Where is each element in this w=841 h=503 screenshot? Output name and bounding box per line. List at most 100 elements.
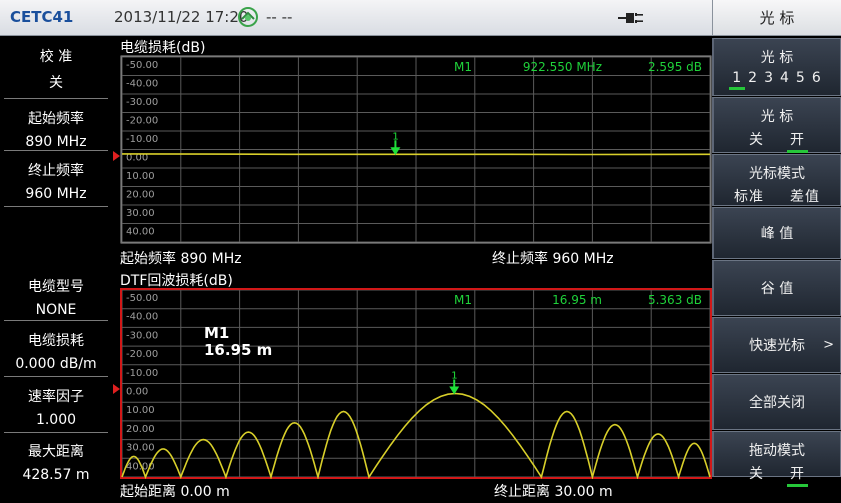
ref-level-marker-shape [113, 384, 120, 394]
datetime-label: 2013/11/22 17:20 [114, 8, 249, 26]
battery-plug-icon [618, 13, 643, 23]
big-marker-name: M1 [204, 324, 230, 342]
y-tick-label: 10.00 [126, 405, 155, 416]
param-divider [4, 376, 108, 377]
marker-onoff-button-label: 光 标 [760, 109, 794, 125]
status-bar: CETC41 2013/11/22 17:20 -- -- [0, 0, 712, 36]
param-4: 电缆损耗 0.000 dB/m [4, 330, 108, 372]
y-tick-label: -50.00 [126, 293, 158, 304]
marker-select-button-option: 1 [729, 70, 746, 90]
peak-button[interactable]: 峰 值 [712, 207, 841, 259]
param-label: 终止频率 [28, 163, 84, 179]
parameter-panel: 校 准关起始频率 890 MHz 终止频率 960 MHz 电缆型号 NONE 电缆损耗 0.… [0, 36, 112, 503]
param-value: 960 MHz [25, 186, 87, 202]
y-tick-label: 10.00 [126, 171, 155, 182]
y-tick-label: -20.00 [126, 116, 158, 127]
y-tick-label: -40.00 [126, 312, 158, 323]
param-label: 速率因子 [28, 389, 84, 405]
y-tick-label: 20.00 [126, 190, 155, 201]
marker-readout-y: 2.595 dB [648, 60, 702, 74]
y-tick-label: -10.00 [126, 368, 158, 379]
big-marker-value: 16.95 m [204, 341, 273, 359]
y-tick-label: 30.00 [126, 443, 155, 454]
param-6: 最大距离 428.57 m [4, 441, 108, 483]
y-tick-label: 0.00 [126, 387, 148, 398]
param-label: 电缆型号 [28, 279, 84, 295]
bottom-plot-title: DTF回波损耗(dB) [120, 273, 233, 289]
param-divider [4, 150, 108, 151]
y-tick-label: -40.00 [126, 79, 158, 90]
param-label: 校 准 [39, 49, 73, 65]
marker-select-button-label: 光 标 [760, 50, 794, 66]
y-tick-label: -10.00 [126, 134, 158, 145]
cable-loss-plot[interactable]: -50.00 -40.00 -30.00 -20.00 -10.00 0.00 10.00 2… [120, 55, 712, 244]
marker-select-button-option: 2 [748, 70, 759, 86]
bottom-plot-stop-label: 终止距离 30.00 m [494, 484, 613, 500]
marker-onoff-button-option: 开 [787, 129, 808, 153]
param-value: 890 MHz [25, 134, 87, 150]
drag-mode-button-option: 关 [749, 466, 764, 482]
marker-number: 1 [451, 371, 457, 382]
param-label: 最大距离 [28, 444, 84, 460]
param-0: 校 准关 [4, 46, 108, 92]
trace-line [121, 153, 711, 156]
ref-level-marker-icon [113, 151, 120, 161]
param-value: 0.000 dB/m [15, 356, 97, 372]
marker-number: 1 [392, 131, 398, 142]
marker-select-button-option: 5 [795, 70, 806, 86]
param-divider [4, 98, 108, 99]
bottom-plot-start-label: 起始距离 0.00 m [120, 484, 230, 500]
y-tick-label: 40.00 [126, 227, 155, 238]
y-tick-label: 30.00 [126, 208, 155, 219]
param-value: 1.000 [35, 412, 77, 428]
param-value: 关 [49, 75, 63, 91]
marker-select-button[interactable]: 光 标 123456 [712, 38, 841, 96]
marker-readout-x: 922.550 MHz [523, 60, 602, 74]
chevron-right-icon: > [823, 337, 834, 353]
all-off-button-label: 全部关闭 [749, 395, 805, 411]
ref-level-marker-icon [113, 384, 120, 394]
param-value: NONE [35, 302, 77, 318]
marker-select-button-option: 6 [811, 70, 822, 86]
param-divider [4, 320, 108, 321]
gps-status-value: -- -- [266, 8, 293, 26]
marker-onoff-button[interactable]: 光 标关 开 [712, 97, 841, 153]
drag-mode-button-label: 拖动模式 [749, 443, 805, 459]
param-label: 电缆损耗 [28, 333, 84, 349]
y-tick-label: -20.00 [126, 349, 158, 360]
marker-readout-y: 5.363 dB [648, 293, 702, 307]
marker-select-button-option: 4 [780, 70, 790, 86]
param-2: 终止频率 960 MHz [4, 160, 108, 202]
satellite-icon [238, 7, 258, 27]
param-1: 起始频率 890 MHz [4, 108, 108, 150]
valley-button-label: 谷 值 [760, 281, 794, 297]
all-off-button[interactable]: 全部关闭 [712, 374, 841, 430]
quick-marker-button[interactable]: 快速光标 > [712, 317, 841, 373]
plot-top-svg: -50.00-40.00-30.00-20.00-10.000.0010.002… [120, 55, 712, 244]
peak-button-label: 峰 值 [760, 226, 794, 242]
param-divider [4, 206, 108, 207]
param-3: 电缆型号 NONE [4, 276, 108, 318]
marker-readout-x: 16.95 m [552, 293, 602, 307]
quick-marker-button-label: 快速光标 [749, 338, 805, 354]
valley-button[interactable]: 谷 值 [712, 260, 841, 316]
y-tick-label: -30.00 [126, 330, 158, 341]
drag-mode-button[interactable]: 拖动模式关 开 [712, 431, 841, 487]
y-tick-label: 20.00 [126, 424, 155, 435]
param-divider [4, 432, 108, 433]
marker-select-button-option: 3 [764, 70, 774, 86]
param-value: 428.57 m [22, 467, 90, 483]
marker-mode-button[interactable]: 光标模式 标准 差值 [712, 154, 841, 210]
marker-onoff-button-option: 关 [749, 132, 764, 148]
param-5: 速率因子 1.000 [4, 386, 108, 428]
marker-mode-button-option: 差值 [790, 189, 820, 205]
y-tick-label: -50.00 [126, 60, 158, 71]
y-tick-label: -30.00 [126, 97, 158, 108]
brand-label: CETC41 [10, 8, 74, 26]
big-marker-readout: M1 16.95 m [204, 325, 272, 359]
param-label: 起始频率 [28, 111, 84, 127]
plot-bottom-svg: -50.00 -40.00 -30.00 -20.00 -10.00 0.00 10.00 2… [120, 288, 712, 479]
top-plot-title: 电缆损耗(dB) [120, 40, 206, 56]
ref-level-marker-shape [113, 151, 120, 161]
dtf-return-loss-plot[interactable]: -50.00 -40.00 -30.00 -20.00 -10.00 0.00 10.00 2… [120, 288, 712, 479]
